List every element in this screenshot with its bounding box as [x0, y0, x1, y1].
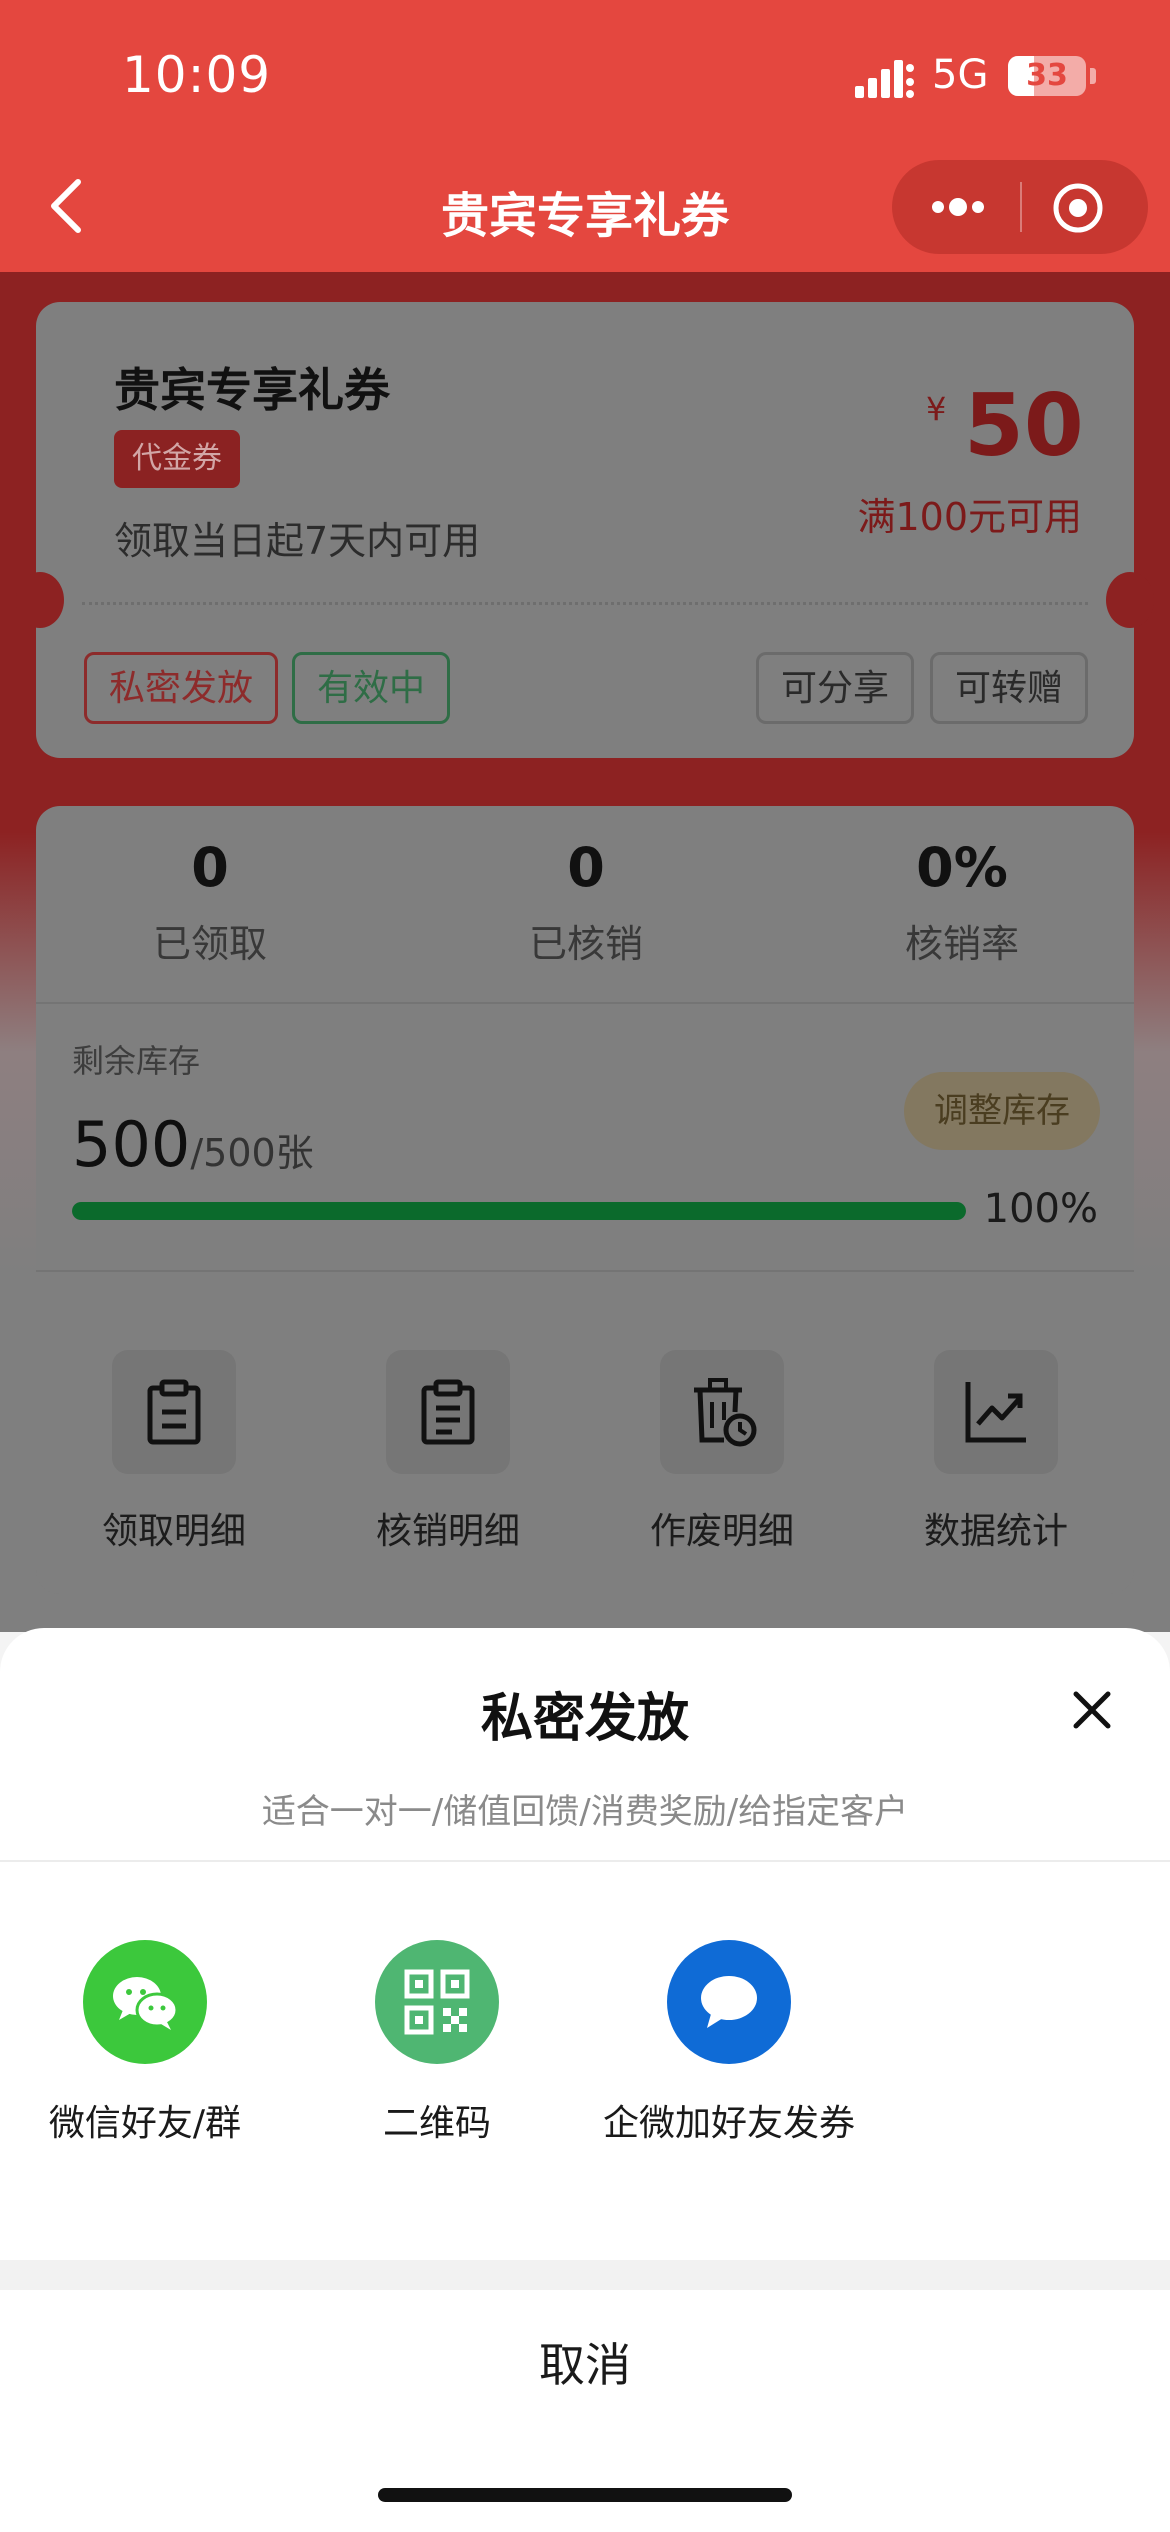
sheet-divider: [0, 1860, 1170, 1862]
action-icon-box: [112, 1350, 236, 1474]
cancel-button[interactable]: 取消: [0, 2290, 1170, 2440]
ticket-notch-left: [16, 572, 64, 628]
tag-shareable: 可分享: [756, 652, 915, 724]
wecom-circle: [667, 1940, 791, 2064]
coupon-validity: 领取当日起7天内可用: [114, 519, 481, 563]
stat-value: 0%: [916, 836, 1008, 899]
network-type: 5G: [932, 52, 989, 98]
private-issue-sheet: 私密发放 适合一对一/储值回馈/消费奖励/给指定客户 微信好友/群 二维码 企微…: [0, 1628, 1170, 2532]
share-label: 二维码: [382, 2103, 491, 2144]
close-icon[interactable]: [1068, 1686, 1116, 1734]
sheet-title: 私密发放: [480, 1689, 689, 1749]
coupon-amount: 50: [964, 376, 1084, 476]
stock-percent: 100%: [983, 1186, 1098, 1232]
action-label: 领取明细: [101, 1511, 246, 1552]
coupon-threshold: 满100元可用: [857, 495, 1082, 539]
stock-label: 剩余库存: [72, 1042, 201, 1080]
stats-card: 0 已领取 0 已核销 0% 核销率 剩余库存 500/500张 调整库存 10…: [36, 806, 1134, 1594]
share-wecom-option[interactable]: 企微加好友发券: [584, 1940, 874, 2146]
stat-label: 核销率: [904, 922, 1019, 966]
stock-total: /500张: [190, 1131, 314, 1175]
sheet-subtitle: 适合一对一/储值回馈/消费奖励/给指定客户: [261, 1792, 909, 1832]
chat-bubble-icon: [701, 1976, 757, 2028]
qrcode-icon: [404, 1969, 470, 2035]
action-data-stats[interactable]: 数据统计: [886, 1350, 1106, 1554]
stock-divider: [36, 1270, 1134, 1272]
action-label: 作废明细: [649, 1511, 794, 1552]
home-indicator: [378, 2488, 792, 2502]
tag-active-status: 有效中: [292, 652, 451, 724]
battery-level: 33: [1026, 58, 1068, 93]
stat-label: 已核销: [528, 922, 643, 966]
action-redeem-details[interactable]: 核销明细: [338, 1350, 558, 1554]
action-claim-details[interactable]: 领取明细: [64, 1350, 284, 1554]
stock-value: 500/500张: [72, 1108, 314, 1181]
stock-progress-bar: [72, 1202, 966, 1220]
coupon-type-tag: 代金券: [114, 430, 240, 488]
currency-symbol: ¥: [926, 390, 947, 428]
stats-divider: [36, 1002, 1134, 1004]
action-icon-box: [386, 1350, 510, 1474]
share-wechat-option[interactable]: 微信好友/群: [0, 1940, 290, 2146]
ticket-notch-right: [1106, 572, 1154, 628]
stat-value: 0: [567, 836, 605, 899]
action-void-details[interactable]: 作废明细: [612, 1350, 832, 1554]
stock-remaining: 500: [72, 1108, 191, 1181]
adjust-stock-button[interactable]: 调整库存: [904, 1072, 1100, 1150]
action-label: 核销明细: [375, 1511, 520, 1552]
clipboard-list-icon: [421, 1379, 475, 1445]
status-time: 10:09: [122, 46, 272, 104]
action-label: 数据统计: [923, 1511, 1068, 1552]
sheet-gap: [0, 2260, 1170, 2290]
mini-program-capsule: [892, 160, 1148, 254]
wechat-circle: [83, 1940, 207, 2064]
share-qrcode-option[interactable]: 二维码: [292, 1940, 582, 2146]
page: 10:09 5G 33 贵宾专享礼券 贵宾专享礼券 代金券 领取当日起7天内可用…: [0, 0, 1170, 2532]
target-icon[interactable]: [1052, 182, 1104, 234]
stat-redeemed: 0 已核销: [446, 836, 726, 968]
stat-redemption-rate: 0% 核销率: [822, 836, 1102, 968]
tag-private-issue: 私密发放: [84, 652, 279, 724]
signal-icon: [855, 60, 914, 98]
qrcode-circle: [375, 1940, 499, 2064]
capsule-divider: [1020, 182, 1022, 232]
top-bar: 10:09 5G 33 贵宾专享礼券: [0, 0, 1170, 272]
battery-icon: 33: [1008, 56, 1086, 96]
stat-value: 0: [191, 836, 229, 899]
share-label: 微信好友/群: [48, 2103, 242, 2144]
stock-progress-fill: [72, 1202, 966, 1220]
ticket-dash-divider: [82, 602, 1088, 605]
wechat-icon: [113, 1977, 179, 2030]
coupon-card: 贵宾专享礼券 代金券 领取当日起7天内可用 ¥ 50 满100元可用 私密发放 …: [16, 302, 1154, 758]
action-icon-box: [934, 1350, 1058, 1474]
more-dots-icon[interactable]: [926, 184, 990, 230]
battery-tip: [1090, 68, 1096, 84]
action-icon-box: [660, 1350, 784, 1474]
tag-transferable: 可转赠: [930, 652, 1089, 724]
stat-label: 已领取: [152, 922, 267, 966]
share-label: 企微加好友发券: [602, 2103, 855, 2144]
stat-claimed: 0 已领取: [70, 836, 350, 968]
trash-clock-icon: [694, 1378, 757, 1447]
coupon-title: 贵宾专享礼券: [114, 363, 390, 417]
chart-trend-icon: [965, 1382, 1026, 1443]
clipboard-icon: [147, 1379, 201, 1445]
